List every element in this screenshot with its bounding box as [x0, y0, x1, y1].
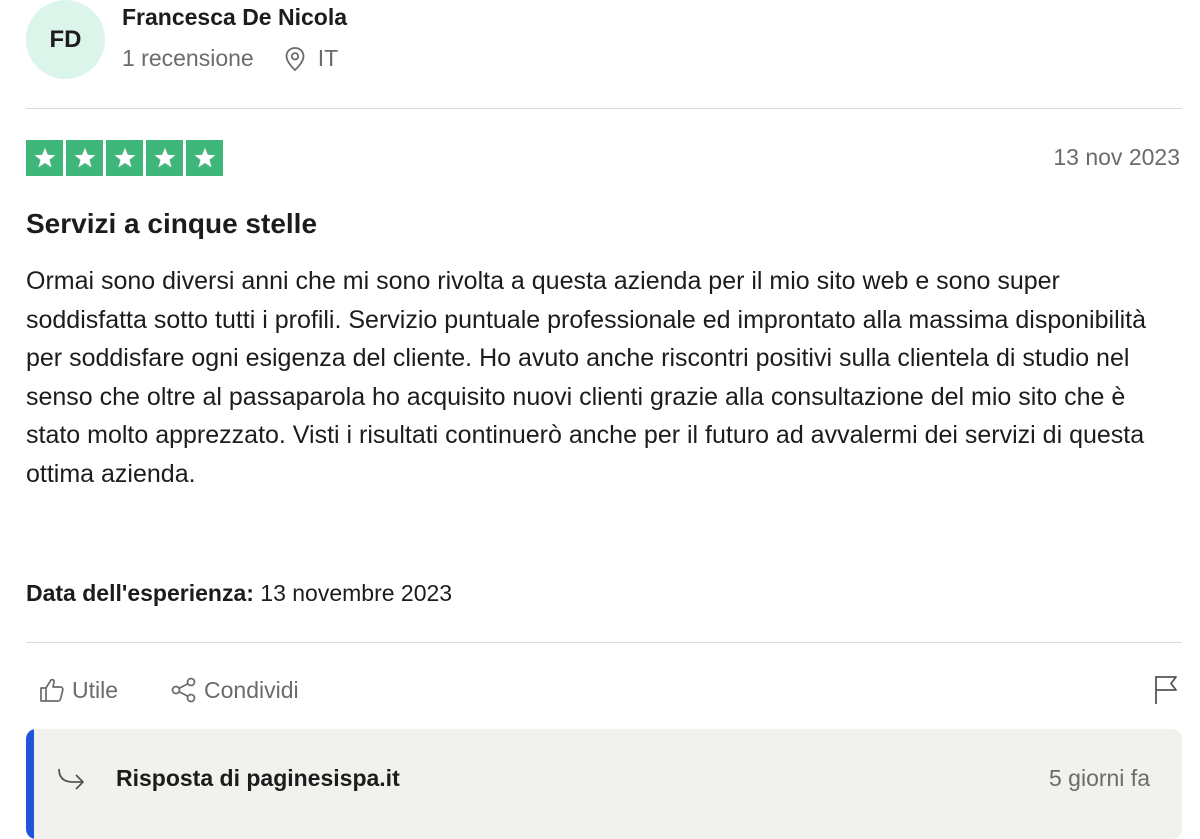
experience-date: Data dell'esperienza: 13 novembre 2023: [26, 580, 452, 607]
star-icon: [146, 140, 183, 176]
star-icon: [66, 140, 103, 176]
star-icon: [186, 140, 223, 176]
useful-button[interactable]: Utile: [38, 676, 118, 704]
review-text: Ormai sono diversi anni che mi sono rivo…: [26, 267, 1147, 488]
actions-divider: [26, 642, 1182, 643]
reply-title: Risposta di paginesispa.it: [116, 765, 400, 791]
report-button[interactable]: [1152, 674, 1180, 711]
reply-date: 5 giorni fa: [1048, 765, 1150, 791]
experience-label: Data dell'esperienza:: [26, 580, 254, 606]
useful-label: Utile: [72, 676, 119, 703]
header-divider: [26, 108, 1182, 109]
company-reply: Risposta di paginesispa.it 5 giorni fa: [26, 729, 1182, 839]
reply-arrow-icon: [58, 768, 84, 790]
star-icon: [26, 140, 63, 176]
thumbs-up-icon: [40, 678, 64, 702]
reviewer-name[interactable]: Francesca De Nicola: [122, 4, 347, 31]
avatar-initials: FD: [49, 25, 82, 53]
reviewer-country: IT: [317, 45, 339, 71]
experience-value: 13 novembre 2023: [260, 580, 453, 606]
flag-icon: [1155, 676, 1177, 704]
review-title[interactable]: Servizi a cinque stelle: [26, 208, 317, 240]
reviewer-meta: 1 recensione IT: [122, 45, 338, 72]
location-pin-icon: [284, 46, 306, 72]
review-date: 13 nov 2023: [1053, 144, 1180, 170]
reply-accent-bar: [26, 729, 34, 839]
share-button[interactable]: Condividi: [170, 676, 299, 704]
share-label: Condividi: [204, 676, 299, 703]
review-card: FD Francesca De Nicola 1 recensione IT 1…: [0, 0, 1200, 839]
share-icon: [171, 677, 196, 703]
avatar: FD: [26, 0, 105, 79]
reviews-count: 1 recensione: [122, 45, 254, 71]
star-rating: [26, 140, 223, 176]
star-icon: [106, 140, 143, 176]
